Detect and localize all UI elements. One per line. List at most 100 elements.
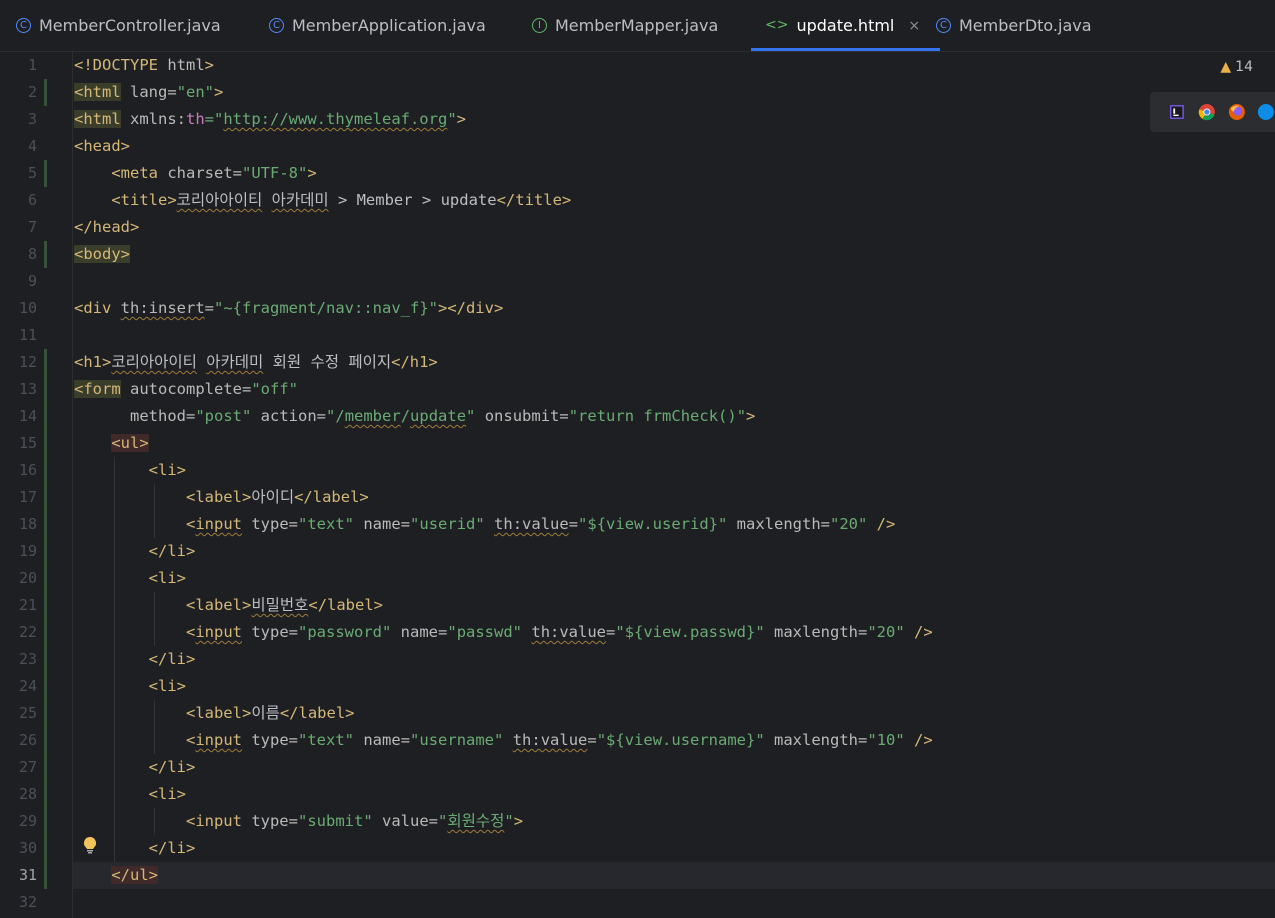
code-line[interactable]: </li> [74,538,196,565]
code-line[interactable]: <h1>코리아아이티 아카데미 회원 수정 페이지</h1> [74,349,438,376]
line-number: 6 [27,191,37,209]
inspection-widget[interactable]: ▲ 14 [1220,59,1253,75]
line-number: 27 [18,758,37,776]
intellij-icon[interactable] [1168,102,1186,122]
code-line[interactable]: <!DOCTYPE html> [74,52,214,79]
line-number: 7 [27,218,37,236]
code-line[interactable]: <input type="submit" value="회원수정"> [74,808,523,835]
code-token: type [242,731,289,749]
code-token: type [241,812,289,830]
code-token: = [858,623,868,641]
code-line[interactable]: method="post" action="/member/update" on… [74,403,755,430]
code-token: update [410,407,467,425]
code-token: </label> [279,704,355,722]
code-token: <li> [148,677,186,695]
code-token: 아카데미 [206,353,264,371]
vcs-change-marker[interactable] [44,349,47,889]
code-line[interactable]: <title>코리아아이티 아카데미 > Member > update</ti… [74,187,571,214]
tab-member-mapper[interactable]: I MemberMapper.java [532,0,718,51]
code-token: > [204,56,215,74]
code-token: = [568,515,579,533]
line-number-gutter[interactable]: 1 2 3 4 5 6 7 8 9 10 11 12 13 14 15 16 17 18 19 20 21 22 23 24 2… [0,52,73,918]
code-line[interactable]: <ul> [74,430,149,457]
code-token: type [242,623,289,641]
code-token: th:value [512,731,588,749]
code-line[interactable]: <li> [74,673,186,700]
code-line[interactable]: <li> [74,781,186,808]
code-token: name [354,731,401,749]
line-number: 30 [18,839,37,857]
code-line[interactable]: <meta charset="UTF-8"> [74,160,316,187]
code-token: member [344,407,401,425]
code-token: "password" [298,623,392,641]
code-token: " [466,407,476,425]
code-line[interactable]: <head> [74,133,130,160]
tab-update-html[interactable]: <> update.html × [750,0,941,51]
line-number: 23 [18,650,37,668]
code-line[interactable]: <li> [74,565,186,592]
html-file-icon: <> [765,17,789,33]
code-token: <body> [74,245,130,263]
code-line[interactable]: <input type="text" name="userid" th:valu… [74,511,895,538]
code-line[interactable]: <html xmlns:th="http://www.thymeleaf.org… [74,106,466,133]
code-token: "${view.username}" [596,731,765,749]
firefox-icon[interactable] [1228,102,1246,122]
code-line[interactable]: <label>비밀번호</label> [74,592,383,619]
tab-member-application[interactable]: C MemberApplication.java [269,0,486,51]
code-line[interactable]: <form autocomplete="off" [74,376,298,403]
vcs-change-marker[interactable] [44,79,47,106]
code-line[interactable]: </head> [74,214,139,241]
edge-icon[interactable] [1257,102,1275,122]
code-editor[interactable]: <!DOCTYPE html> <html lang="en"> <html xml… [73,52,1275,918]
vcs-change-marker[interactable] [44,241,47,268]
close-icon[interactable]: × [908,18,920,34]
code-token: < [185,515,196,533]
vcs-change-marker[interactable] [44,160,47,187]
code-line[interactable]: <input type="password" name="passwd" th:… [74,619,933,646]
code-token: <label> [185,488,252,506]
code-token: = [167,83,177,101]
code-token: = [438,623,448,641]
line-number: 12 [18,353,37,371]
chrome-icon[interactable] [1198,102,1216,122]
code-line[interactable]: <li> [74,457,186,484]
code-token: <meta [111,164,158,182]
code-line[interactable]: </li> [74,646,196,673]
code-line[interactable]: <label>이름</label> [74,700,355,727]
code-token: > [746,407,756,425]
current-line-highlight [73,862,1275,889]
code-token: = [232,164,242,182]
code-token: </head> [74,218,140,236]
code-line[interactable]: <div th:insert="~{fragment/nav::nav_f}">… [74,295,503,322]
code-token: > [456,110,466,128]
code-token: th:value [494,515,569,533]
code-line[interactable]: <html lang="en"> [74,79,223,106]
code-token: name [354,515,401,533]
lightbulb-icon[interactable] [82,836,98,854]
code-token: <li> [148,785,186,803]
code-token: 아이디 [251,488,295,506]
code-token: th:insert [120,299,205,317]
code-token: maxlength [727,515,821,533]
tab-member-controller[interactable]: C MemberController.java [16,0,221,51]
code-token: = [288,812,298,830]
line-number: 8 [27,245,37,263]
code-line[interactable]: <input type="text" name="username" th:va… [74,727,933,754]
line-number: 22 [18,623,37,641]
code-line[interactable]: </ul> [74,862,158,889]
code-token: "~{fragment/nav::nav_f}" [214,299,438,317]
code-token: </label> [308,596,384,614]
line-number: 10 [18,299,37,317]
line-number: 4 [27,137,37,155]
code-token: <div [74,299,112,317]
code-line[interactable]: <label>아이디</label> [74,484,369,511]
code-line[interactable]: <body> [74,241,130,268]
code-token: 이름 [251,704,280,722]
tab-member-dto[interactable]: C MemberDto.java [936,0,1092,51]
code-line[interactable]: </li> [74,754,196,781]
